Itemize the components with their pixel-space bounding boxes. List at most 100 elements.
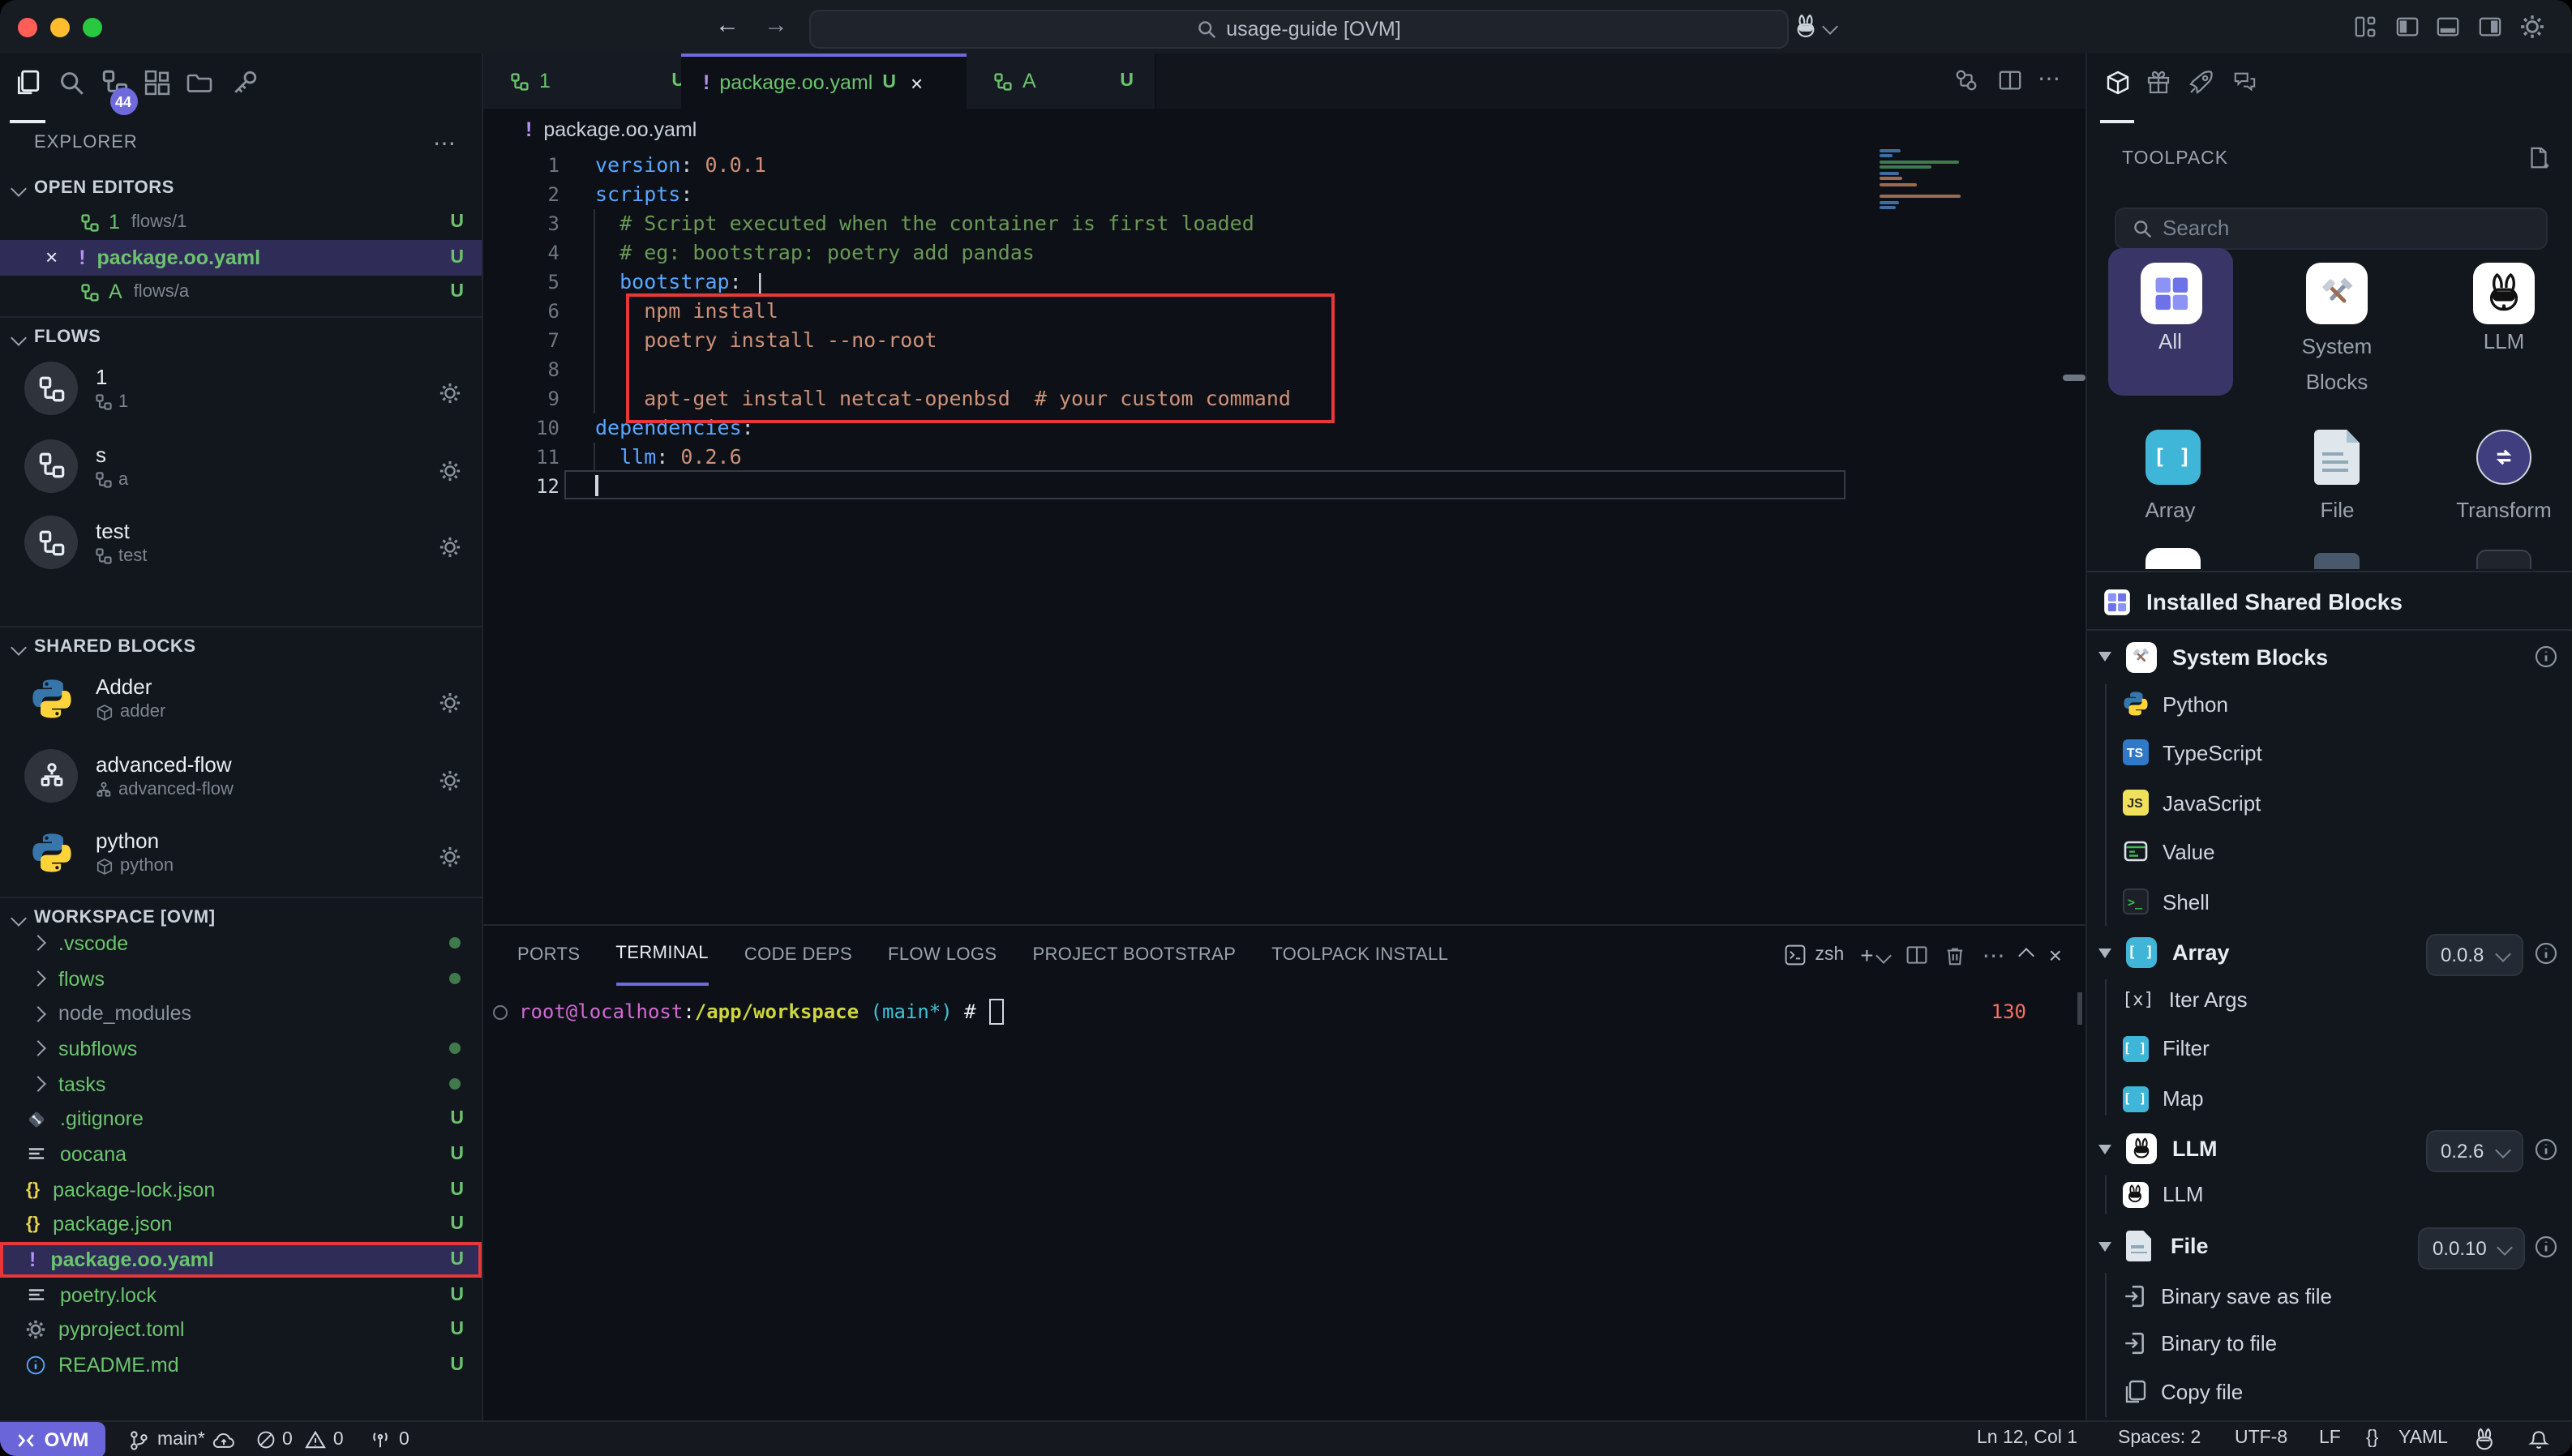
shell-selector[interactable]: zsh (1784, 944, 1844, 966)
file-row[interactable]: oocanaU (0, 1137, 482, 1171)
tab-package-oo-yaml-active[interactable]: ! package.oo.yaml U × (680, 54, 966, 109)
array-tile-icon[interactable]: [ ] (2145, 430, 2200, 485)
gear-icon[interactable] (439, 460, 461, 481)
system-blocks-icon[interactable] (2306, 263, 2368, 324)
tab-close-icon[interactable]: × (911, 71, 923, 95)
tile-llm-label[interactable]: LLM (2473, 329, 2535, 353)
remote-indicator[interactable]: OVM (0, 1422, 105, 1456)
group-file[interactable]: File 0.0.10 (2086, 1222, 2572, 1270)
close-panel-icon[interactable]: × (2049, 942, 2062, 968)
file-row[interactable]: .gitignoreU (0, 1102, 482, 1137)
toggle-sidebar-right-icon[interactable] (2478, 15, 2502, 39)
activity-key-icon[interactable] (232, 69, 258, 95)
maximize-panel-icon[interactable] (2019, 947, 2035, 963)
command-center-search[interactable]: usage-guide [OVM] (809, 9, 1789, 48)
tab-flow-1[interactable]: 1 U (482, 54, 709, 109)
file-row[interactable]: pyproject.tomlU (0, 1313, 482, 1347)
tile-file-label[interactable]: File (2274, 498, 2400, 522)
block-item-typescript[interactable]: TSTypeScript (2086, 728, 2572, 777)
info-icon[interactable] (2535, 1235, 2557, 1257)
folder-row[interactable]: node_modules (0, 996, 482, 1031)
panel-resize-handle[interactable] (2063, 375, 2085, 380)
layout-customize-icon[interactable] (2353, 15, 2377, 39)
settings-gear-icon[interactable] (2520, 15, 2544, 39)
nav-back-icon[interactable]: ← (715, 11, 739, 39)
tab-code-deps[interactable]: CODE DEPS (744, 926, 852, 984)
terminal-scrollbar[interactable] (2077, 992, 2081, 1025)
encoding-status[interactable]: UTF-8 (2235, 1428, 2287, 1448)
traffic-close-button[interactable] (17, 17, 36, 36)
problems-status[interactable]: 0 0 (256, 1422, 344, 1456)
tab-toolpack-install[interactable]: TOOLPACK INSTALL (1271, 926, 1448, 984)
block-item-map[interactable]: [ ]Map (2086, 1074, 2572, 1123)
new-toolpack-icon[interactable] (2527, 146, 2551, 170)
tile-system-blocks-label[interactable]: System Blocks (2279, 329, 2394, 400)
tab-terminal[interactable]: TERMINAL (615, 924, 708, 986)
activity-files-icon[interactable] (14, 69, 40, 95)
toolpack-cube-icon[interactable] (2104, 69, 2130, 95)
version-select[interactable]: 0.2.6 (2426, 1129, 2523, 1171)
split-editor-icon[interactable] (1997, 68, 2021, 92)
open-editor-item[interactable]: A flows/a U (0, 275, 482, 310)
indentation-status[interactable]: Spaces: 2 (2118, 1428, 2201, 1448)
flow-item[interactable]: test test (0, 504, 482, 581)
group-system-blocks[interactable]: System Blocks (2086, 632, 2572, 681)
file-row[interactable]: poetry.lockU (0, 1278, 482, 1313)
info-icon[interactable] (2535, 1137, 2557, 1160)
gear-icon[interactable] (439, 383, 461, 404)
activity-blocks-icon[interactable] (144, 69, 169, 95)
version-select[interactable]: 0.0.10 (2418, 1227, 2526, 1269)
block-item-shell[interactable]: >_Shell (2086, 877, 2572, 926)
minimap[interactable] (1880, 148, 1974, 191)
gear-icon[interactable] (439, 537, 461, 558)
eol-status[interactable]: LF (2319, 1428, 2341, 1448)
version-select[interactable]: 0.0.8 (2426, 933, 2523, 975)
breadcrumb[interactable]: ! package.oo.yaml (482, 112, 1131, 148)
llm-rabbit-icon[interactable] (1792, 13, 1836, 41)
file-tile-icon[interactable] (2314, 430, 2360, 485)
close-icon[interactable]: × (45, 246, 58, 270)
gear-icon[interactable] (439, 846, 461, 867)
traffic-minimize-button[interactable] (49, 17, 69, 36)
tab-flow-a[interactable]: A U (966, 54, 1156, 109)
toggle-sidebar-left-icon[interactable] (2395, 15, 2420, 39)
info-icon[interactable] (2535, 645, 2557, 668)
toggle-panel-icon[interactable] (2436, 15, 2460, 39)
file-row[interactable]: README.mdU (0, 1348, 482, 1383)
block-item-binary-to-file[interactable]: Binary to file (2086, 1319, 2572, 1368)
rabbit-status-icon[interactable] (2471, 1427, 2497, 1453)
block-item-python[interactable]: Python (2086, 679, 2572, 728)
cursor-position[interactable]: Ln 12, Col 1 (1977, 1428, 2077, 1448)
folder-row[interactable]: .vscode (0, 926, 482, 961)
language-mode[interactable]: YAML (2398, 1428, 2448, 1448)
new-terminal-button[interactable]: + (1860, 942, 1889, 968)
open-editors-header[interactable]: OPEN EDITORS (0, 175, 482, 201)
panel-more-icon[interactable]: ⋯ (1983, 941, 2005, 969)
terminal-prompt-line[interactable]: root@localhost:/app/workspace (main*) # (493, 997, 1004, 1026)
open-editor-item[interactable]: 1 flows/1 U (0, 205, 482, 240)
block-item-binary-save[interactable]: Binary save as file (2086, 1271, 2572, 1320)
editor-more-icon[interactable]: ⋯ (2038, 65, 2060, 92)
git-branch-status[interactable]: main* (128, 1422, 236, 1456)
flow-item[interactable]: 1 1 (0, 350, 482, 427)
split-terminal-icon[interactable] (1906, 944, 1929, 966)
tab-ports[interactable]: PORTS (517, 926, 580, 984)
group-array[interactable]: [ ] Array 0.0.8 (2086, 928, 2572, 977)
block-item-filter[interactable]: [ ]Filter (2086, 1024, 2572, 1073)
gift-icon[interactable] (2145, 69, 2171, 95)
flows-header[interactable]: FLOWS (0, 316, 482, 350)
rocket-icon[interactable] (2187, 69, 2213, 95)
llm-tile-icon[interactable] (2473, 263, 2535, 324)
kill-terminal-icon[interactable] (1945, 944, 1966, 966)
bell-icon[interactable] (2528, 1428, 2549, 1451)
chat-icon[interactable] (2231, 70, 2257, 94)
explorer-more-icon[interactable]: ⋯ (433, 129, 456, 156)
open-editor-item-active[interactable]: × ! package.oo.yaml U (0, 240, 482, 275)
folder-row[interactable]: subflows (0, 1031, 482, 1066)
block-item-value[interactable]: Value (2086, 827, 2572, 876)
shared-blocks-header[interactable]: SHARED BLOCKS (0, 626, 482, 660)
activity-folder-icon[interactable] (186, 71, 212, 93)
folder-row[interactable]: tasks (0, 1067, 482, 1102)
transform-tile-icon[interactable] (2476, 430, 2531, 485)
tab-flow-logs[interactable]: FLOW LOGS (888, 926, 997, 984)
